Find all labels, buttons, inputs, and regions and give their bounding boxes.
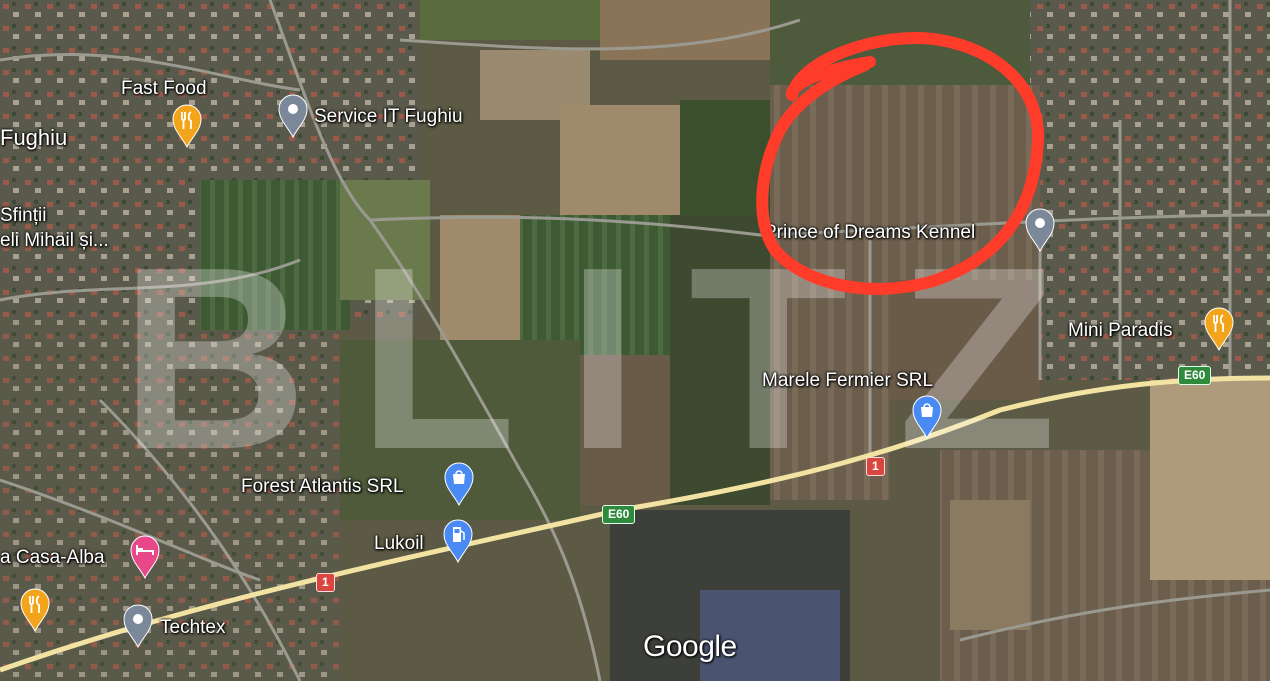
- location-pin-icon[interactable]: [123, 604, 153, 648]
- place-label-techtex[interactable]: Techtex: [160, 617, 225, 639]
- e60-road-shield: E60: [602, 505, 636, 524]
- e60-road-shield: E60: [1178, 366, 1212, 385]
- place-label-mini-paradis[interactable]: Mini Paradis: [1068, 320, 1173, 342]
- place-label-lukoil[interactable]: Lukoil: [374, 533, 424, 555]
- restaurant-icon[interactable]: [20, 588, 50, 632]
- google-attribution: Google: [643, 630, 737, 663]
- shopping-bag-icon[interactable]: [912, 395, 942, 439]
- place-label-forest-atlantis-srl[interactable]: Forest Atlantis SRL: [241, 476, 404, 498]
- place-label-mihail[interactable]: eli Mihail și...: [0, 230, 109, 252]
- shopping-bag-icon[interactable]: [444, 462, 474, 506]
- route-1-shield: 1: [316, 573, 335, 592]
- satellite-map[interactable]: BLITZ E60 E60 1 1 Fughiu Sfinții eli Mih…: [0, 0, 1270, 681]
- place-label-fughiu[interactable]: Fughiu: [0, 125, 67, 151]
- location-pin-icon[interactable]: [1025, 208, 1055, 252]
- route-1-shield: 1: [866, 457, 885, 476]
- hotel-bed-icon[interactable]: [130, 535, 160, 579]
- location-pin-icon[interactable]: [278, 94, 308, 138]
- place-label-sfintii[interactable]: Sfinții: [0, 205, 46, 227]
- place-label-service-it-fughiu[interactable]: Service IT Fughiu: [314, 106, 463, 128]
- place-label-marele-fermier-srl[interactable]: Marele Fermier SRL: [762, 370, 933, 392]
- place-label-casa-alba[interactable]: a Casa-Alba: [0, 547, 105, 569]
- restaurant-icon[interactable]: [172, 104, 202, 148]
- restaurant-icon[interactable]: [1204, 307, 1234, 351]
- place-label-fast-food[interactable]: Fast Food: [121, 78, 207, 100]
- place-label-prince-of-dreams-kennel[interactable]: Prince of Dreams Kennel: [764, 222, 975, 244]
- gas-station-icon[interactable]: [443, 519, 473, 563]
